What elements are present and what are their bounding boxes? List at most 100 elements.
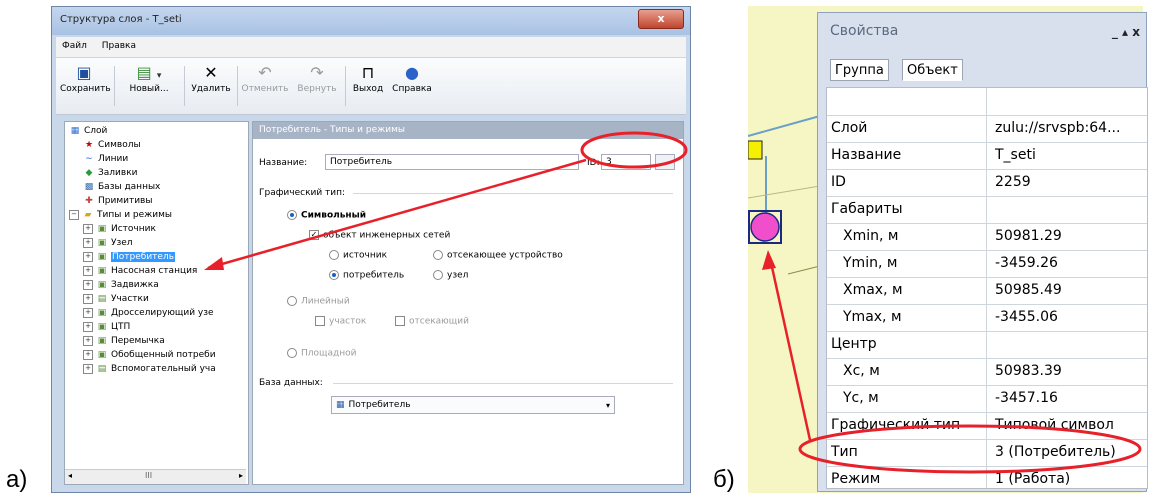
expand-icon[interactable]: +: [83, 251, 93, 262]
radio-shutoff-device[interactable]: отсекающее устройство: [433, 250, 563, 261]
exit-button[interactable]: ⊓ Выход: [348, 62, 388, 94]
expand-icon[interactable]: +: [83, 265, 93, 276]
group-divider: [333, 383, 673, 384]
tree-item-type[interactable]: + ▣ Перемычка: [83, 334, 165, 348]
redo-button[interactable]: ↷ Вернуть: [292, 62, 342, 94]
expand-icon[interactable]: +: [83, 237, 93, 248]
menu-edit[interactable]: Правка: [96, 37, 142, 55]
properties-window: Свойства _ ▴ x Группа Объект Слой zulu://…: [817, 12, 1148, 492]
tree-item-type[interactable]: + ▤ Участки: [83, 292, 149, 306]
property-row[interactable]: ID 2259: [827, 169, 1147, 197]
expand-icon[interactable]: +: [83, 307, 93, 318]
checkbox-engineering-object[interactable]: ✓ объект инженерных сетей: [309, 230, 450, 241]
help-button[interactable]: ● Справка: [390, 62, 434, 94]
tree-item-type[interactable]: + ▤ Вспомогательный уча: [83, 362, 216, 376]
radio-label: отсекающее устройство: [447, 250, 563, 261]
property-row[interactable]: Xmax, м 50985.49: [827, 277, 1147, 305]
property-value: 50981.29: [995, 228, 1062, 244]
id-field[interactable]: 3: [601, 154, 651, 170]
tree-item-fills[interactable]: ◆ Заливки: [83, 166, 138, 180]
expand-icon[interactable]: +: [83, 363, 93, 374]
tree-horizontal-scrollbar[interactable]: ◂ III ▸: [65, 469, 246, 484]
tree-label: Вспомогательный уча: [111, 364, 216, 374]
expand-icon[interactable]: +: [83, 279, 93, 290]
menu-file[interactable]: Файл: [56, 37, 93, 55]
delete-button[interactable]: ✕ Удалить: [188, 62, 234, 94]
property-row[interactable]: Ymin, м -3459.26: [827, 250, 1147, 278]
property-row[interactable]: Графический тип Типовой символ: [827, 412, 1147, 440]
tree-item-type[interactable]: + ▣ Задвижка: [83, 278, 159, 292]
new-button[interactable]: ▤ ▾ Новый...: [118, 62, 180, 94]
tree-label: Слой: [84, 126, 108, 136]
tree-item-consumer[interactable]: + ▣ Потребитель: [83, 250, 176, 264]
expand-icon[interactable]: +: [83, 293, 93, 304]
tree-item-type[interactable]: + ▣ Источник: [83, 222, 156, 236]
property-row[interactable]: Xmin, м 50981.29: [827, 223, 1147, 251]
property-row[interactable]: Слой zulu://srvspb:64...: [827, 115, 1147, 143]
collapse-icon[interactable]: −: [69, 209, 79, 220]
radio-linear[interactable]: Линейный: [287, 296, 350, 307]
expand-icon[interactable]: +: [83, 335, 93, 346]
expand-icon[interactable]: +: [83, 349, 93, 360]
tree-item-type[interactable]: + ▣ Дросселирующий узе: [83, 306, 214, 320]
tree-label: Перемычка: [111, 336, 165, 346]
id-browse-button[interactable]: ...: [655, 154, 675, 170]
close-button[interactable]: x: [638, 9, 684, 29]
tree-label: Базы данных: [98, 182, 161, 192]
tree-item-symbols[interactable]: ★ Символы: [83, 138, 141, 152]
radio-symbolic[interactable]: Символьный: [287, 210, 366, 221]
chevron-down-icon[interactable]: ▾: [606, 397, 610, 414]
database-select[interactable]: ▦ Потребитель ▾: [331, 396, 615, 414]
radio-areal[interactable]: Площадной: [287, 348, 356, 359]
property-row[interactable]: Габариты: [827, 196, 1147, 224]
undo-button[interactable]: ↶ Отменить: [239, 62, 291, 94]
property-row[interactable]: [827, 88, 1147, 116]
tab-group[interactable]: Группа: [830, 59, 889, 81]
property-row[interactable]: Тип 3 (Потребитель): [827, 439, 1147, 467]
property-row[interactable]: Название T_seti: [827, 142, 1147, 170]
tree-item-types[interactable]: − ▰ Типы и режимы: [69, 208, 172, 222]
title-bar[interactable]: Структура слоя - T_seti x: [52, 7, 690, 35]
scroll-thumb[interactable]: III: [145, 471, 152, 480]
tree-label: Линии: [98, 154, 129, 164]
layer-structure-window: Структура слоя - T_seti x Файл Правка ▣ …: [51, 6, 691, 493]
checkbox-cutting[interactable]: отсекающий: [395, 316, 469, 327]
radio-consumer[interactable]: потребитель: [329, 270, 404, 281]
tree-item-databases[interactable]: ▩ Базы данных: [83, 180, 161, 194]
property-row[interactable]: Режим 1 (Работа): [827, 466, 1147, 488]
name-field[interactable]: Потребитель: [325, 154, 579, 170]
property-row[interactable]: Yc, м -3457.16: [827, 385, 1147, 413]
property-value: 1 (Работа): [995, 471, 1071, 487]
fill-icon: ◆: [85, 168, 93, 178]
property-row[interactable]: Ymax, м -3455.06: [827, 304, 1147, 332]
tree-item-lines[interactable]: ∼ Линии: [83, 152, 128, 166]
tree-item-primitives[interactable]: ✚ Примитивы: [83, 194, 152, 208]
property-value: Типовой символ: [995, 417, 1114, 433]
expand-icon[interactable]: +: [83, 223, 93, 234]
tree-item-type[interactable]: + ▣ ЦТП: [83, 320, 130, 334]
property-row[interactable]: Центр: [827, 331, 1147, 359]
tab-object[interactable]: Объект: [902, 59, 963, 81]
property-name: Графический тип: [827, 412, 987, 439]
radio-source[interactable]: источник: [329, 250, 387, 261]
star-icon: ★: [84, 140, 94, 150]
expand-icon[interactable]: +: [83, 321, 93, 332]
property-name: Тип: [827, 439, 987, 466]
checkbox-section[interactable]: участок: [315, 316, 366, 327]
tree-item-type[interactable]: + ▣ Обобщенный потреби: [83, 348, 216, 362]
tree-item-type[interactable]: + ▣ Насосная станция: [83, 264, 197, 278]
save-button[interactable]: ▣ Сохранить: [60, 62, 111, 94]
tree-item-type[interactable]: + ▣ Узел: [83, 236, 133, 250]
radio-label: Площадной: [301, 348, 357, 359]
window-controls[interactable]: _ ▴ x: [1112, 25, 1140, 39]
layer-tree[interactable]: ▦ Слой ★ Символы ∼ Линии ◆ Заливки ▩ Базы дан…: [64, 121, 249, 485]
tree-item-layer[interactable]: ▦ Слой: [69, 124, 108, 138]
property-row[interactable]: Xc, м 50983.39: [827, 358, 1147, 386]
type-icon: ▣: [97, 238, 107, 248]
line-icon: ∼: [85, 154, 93, 164]
scroll-left-icon[interactable]: ◂: [68, 471, 72, 480]
radio-node[interactable]: узел: [433, 270, 468, 281]
save-label: Сохранить: [60, 84, 111, 94]
property-name: Габариты: [827, 196, 987, 223]
scroll-right-icon[interactable]: ▸: [239, 471, 243, 480]
